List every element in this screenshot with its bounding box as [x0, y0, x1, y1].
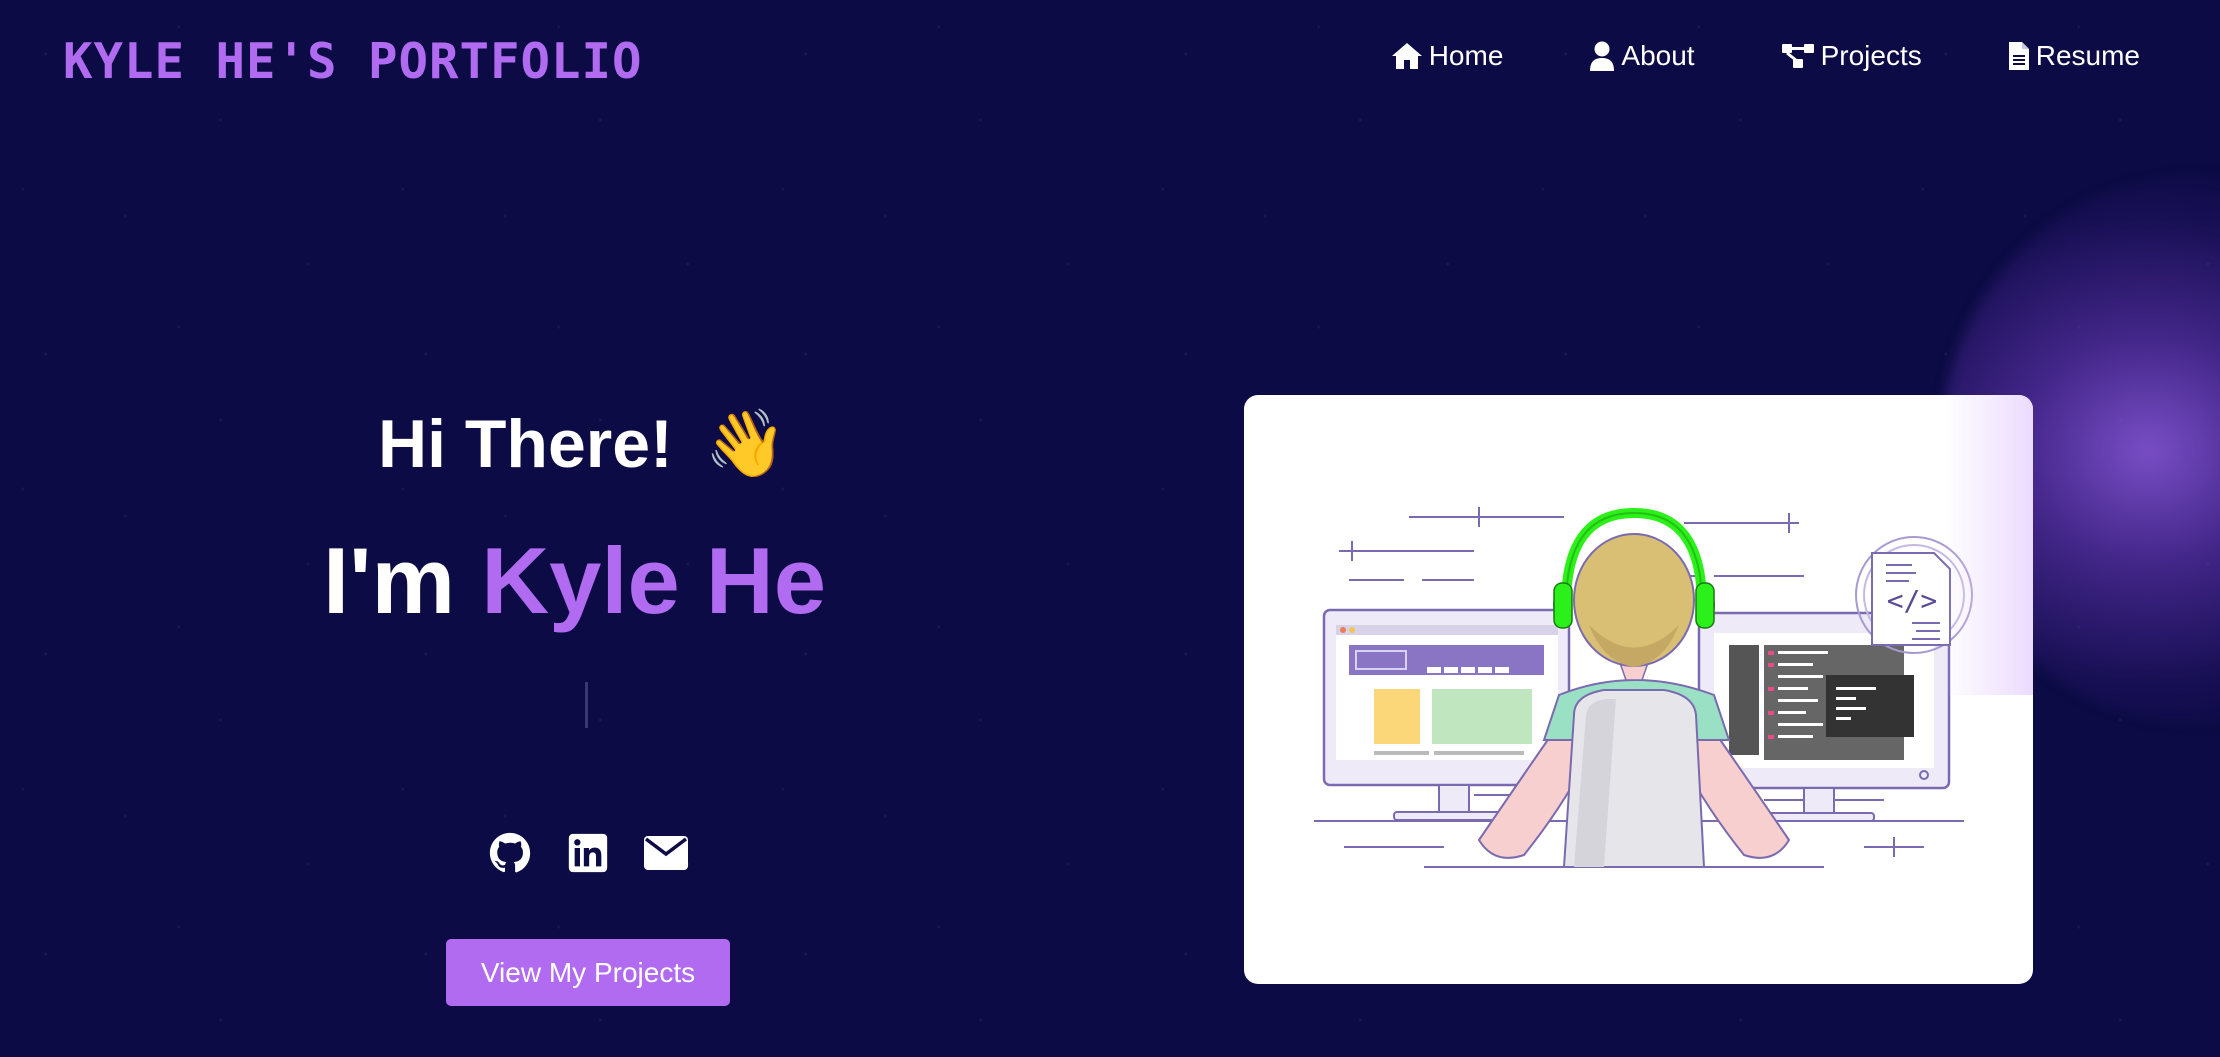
- email-link[interactable]: [644, 833, 688, 877]
- home-icon: [1391, 42, 1423, 70]
- intro-name: Kyle He: [481, 528, 827, 633]
- intro-heading: I'm Kyle He: [323, 527, 826, 635]
- nav-resume-label: Resume: [2035, 40, 2140, 71]
- code-badge-text: </>: [1887, 584, 1938, 617]
- linkedin-link[interactable]: [566, 833, 610, 877]
- main-nav: Home About Projects Resume: [1305, 40, 2140, 72]
- nav-about[interactable]: About: [1589, 40, 1695, 72]
- social-links: [488, 832, 688, 879]
- hero-illustration-card: </>: [1244, 395, 2033, 984]
- nav-home-label: Home: [1428, 40, 1504, 71]
- github-icon: [489, 832, 531, 879]
- nav-home[interactable]: Home: [1391, 40, 1504, 72]
- nav-resume[interactable]: Resume: [2008, 40, 2140, 72]
- card-edge-glow: [1943, 395, 2033, 695]
- linkedin-icon: [568, 833, 608, 878]
- greeting-text: Hi There!: [378, 406, 673, 482]
- developer-illustration: </>: [1314, 507, 1973, 868]
- project-diagram-icon: [1781, 42, 1815, 70]
- greeting-heading: Hi There! 👋: [378, 405, 787, 483]
- intro-prefix: I'm: [323, 528, 456, 633]
- view-projects-button[interactable]: View My Projects: [446, 939, 730, 1006]
- nav-projects-label: Projects: [1820, 40, 1922, 71]
- user-icon: [1589, 41, 1615, 71]
- nav-about-label: About: [1621, 40, 1695, 71]
- wave-emoji-icon: 👋: [704, 406, 787, 480]
- typewriter-cursor: [585, 682, 588, 728]
- email-icon: [644, 835, 688, 875]
- file-icon: [2008, 41, 2030, 71]
- github-link[interactable]: [488, 832, 532, 879]
- brand-title[interactable]: KYLE HE'S PORTFOLIO: [63, 33, 643, 90]
- nav-projects[interactable]: Projects: [1781, 40, 1922, 72]
- page: KYLE HE'S PORTFOLIO Home About Projects …: [0, 0, 2220, 1057]
